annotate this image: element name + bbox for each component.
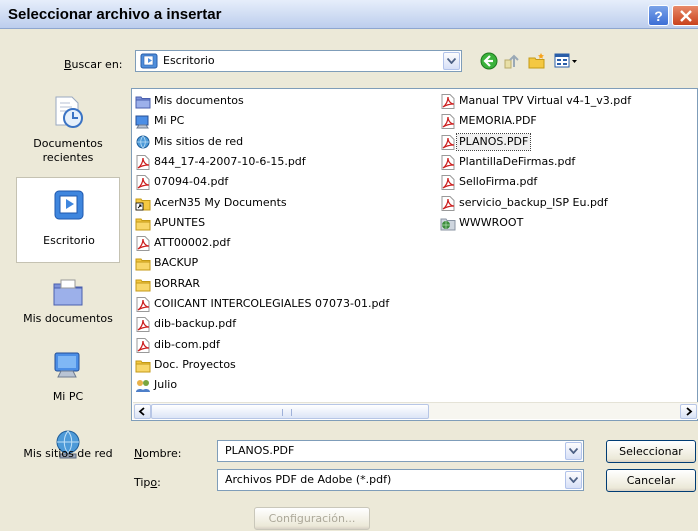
horizontal-scrollbar[interactable] xyxy=(133,402,698,419)
file-name: APUNTES xyxy=(154,215,206,229)
my-documents-icon xyxy=(53,279,83,306)
file-name: Doc. Proyectos xyxy=(154,357,236,371)
scroll-left-button[interactable] xyxy=(134,404,151,419)
my-computer-icon xyxy=(135,115,149,129)
network-icon xyxy=(136,135,150,149)
file-list[interactable]: Mis documentos Mi PC Mis sitios de red 844_… xyxy=(131,88,698,421)
file-name: ATT00002.pdf xyxy=(154,236,231,250)
file-name: PLANOS.PDF xyxy=(455,132,532,151)
new-folder-icon[interactable] xyxy=(527,52,547,70)
close-button[interactable] xyxy=(672,5,698,26)
help-button[interactable]: ? xyxy=(648,5,669,26)
pdf-file-icon xyxy=(136,317,150,333)
place-desktop[interactable]: Escritorio xyxy=(16,177,120,263)
title-bar[interactable]: Seleccionar archivo a insertar ? xyxy=(0,0,698,29)
folder-icon xyxy=(135,279,151,292)
filetype-select[interactable]: Archivos PDF de Adobe (*.pdf) xyxy=(217,469,584,491)
file-name: WWWROOT xyxy=(459,215,524,229)
pdf-file-icon xyxy=(136,154,150,170)
file-name: servicio_backup_ISP Eu.pdf xyxy=(459,195,608,209)
arrow-right-icon xyxy=(686,407,693,416)
web-folder-icon xyxy=(440,218,456,231)
file-name: 07094-04.pdf xyxy=(154,175,229,189)
file-name: PlantillaDeFirmas.pdf xyxy=(459,154,576,168)
lookin-combo[interactable]: Escritorio xyxy=(135,50,462,72)
pdf-file-icon xyxy=(441,175,455,191)
lookin-value: Escritorio xyxy=(163,54,215,67)
file-name: SelloFirma.pdf xyxy=(459,175,538,189)
file-name: BORRAR xyxy=(154,276,201,290)
pdf-file-icon xyxy=(441,134,455,150)
arrow-left-icon xyxy=(138,407,145,416)
pdf-file-icon xyxy=(441,195,455,211)
configuration-button[interactable]: Configuración... xyxy=(254,507,370,530)
place-my-computer[interactable]: Mi PC xyxy=(16,345,120,415)
place-my-documents[interactable]: Mis documentos xyxy=(16,266,120,356)
recent-documents-icon xyxy=(55,96,83,128)
file-name: Manual TPV Virtual v4-1_v3.pdf xyxy=(459,94,632,107)
file-name: dib-backup.pdf xyxy=(154,317,237,331)
pdf-file-icon xyxy=(136,175,150,191)
file-name: 844_17-4-2007-10-6-15.pdf xyxy=(154,154,306,168)
pdf-file-icon xyxy=(136,297,150,312)
folder-icon xyxy=(135,360,151,373)
up-folder-icon[interactable] xyxy=(502,52,522,70)
scrollbar-thumb[interactable] xyxy=(151,404,429,419)
file-name: Mis documentos xyxy=(154,94,244,107)
file-name: AcerN35 My Documents xyxy=(154,195,287,209)
pdf-file-icon xyxy=(136,337,150,353)
places-bar: Documentos recientes Escritorio Mis docu… xyxy=(16,83,120,470)
pdf-file-icon xyxy=(441,94,455,109)
chevron-down-icon[interactable] xyxy=(565,442,582,460)
place-recent-documents[interactable]: Documentos recientes xyxy=(16,83,120,175)
file-name: BACKUP xyxy=(154,256,199,270)
file-name: Mis sitios de red xyxy=(154,134,244,148)
chevron-down-icon[interactable] xyxy=(565,471,582,489)
file-name: Mi PC xyxy=(154,114,185,128)
chevron-down-icon[interactable] xyxy=(443,52,460,70)
pdf-file-icon xyxy=(136,236,150,252)
desktop-icon xyxy=(140,53,158,69)
close-icon xyxy=(680,9,692,22)
shortcut-folder-icon xyxy=(135,198,151,210)
my-documents-icon xyxy=(135,96,151,109)
my-computer-icon xyxy=(54,352,80,378)
scroll-right-button[interactable] xyxy=(680,404,697,419)
file-name: Julio xyxy=(154,378,178,392)
filename-label: Nombre: xyxy=(134,447,182,460)
back-icon[interactable] xyxy=(479,52,499,70)
shared-users-icon xyxy=(136,380,150,393)
place-network[interactable]: Mis sitios de red xyxy=(16,423,120,470)
desktop-icon xyxy=(54,190,84,220)
file-name: COIICANT INTERCOLEGIALES 07073-01.pdf xyxy=(154,297,390,310)
lookin-label: Buscar en: xyxy=(64,58,123,71)
pdf-file-icon xyxy=(441,154,455,170)
filetype-label: Tipo: xyxy=(134,476,161,489)
filename-input[interactable]: PLANOS.PDF xyxy=(217,440,584,462)
pdf-file-icon xyxy=(441,114,455,130)
dialog-title: Seleccionar archivo a insertar xyxy=(8,6,222,23)
select-button[interactable]: Seleccionar xyxy=(606,440,696,463)
file-name: MEMORIA.PDF xyxy=(459,114,537,128)
view-menu-icon[interactable] xyxy=(554,52,578,70)
cancel-button[interactable]: Cancelar xyxy=(606,469,696,492)
folder-icon xyxy=(135,258,151,271)
file-dialog: Seleccionar archivo a insertar ? Buscar … xyxy=(0,0,698,531)
file-name: dib-com.pdf xyxy=(154,337,220,351)
folder-icon xyxy=(135,218,151,231)
